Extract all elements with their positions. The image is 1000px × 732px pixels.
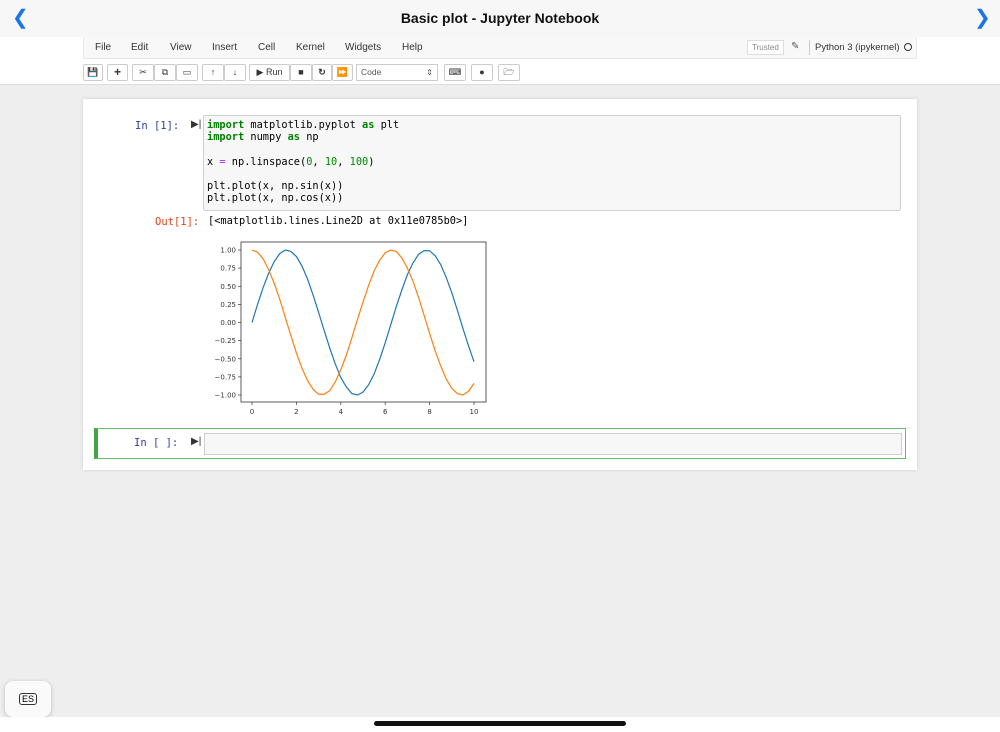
menu-help[interactable]: Help (402, 37, 423, 59)
insert-cell-button[interactable]: + (107, 64, 128, 81)
compass-icon: ● (479, 67, 485, 77)
forward-chevron-icon[interactable]: ❯ (974, 6, 991, 30)
notebook-header: File Edit View Insert Cell Kernel Widget… (0, 37, 1000, 85)
keyboard-language-button[interactable]: ES (5, 681, 51, 717)
restart-run-all-button[interactable]: ⏩ (332, 64, 353, 81)
pencil-icon[interactable]: ✎ (791, 41, 799, 52)
copy-button[interactable]: ⧉ (154, 64, 176, 81)
y-tick-label: −0.50 (215, 355, 236, 363)
menu-edit[interactable]: Edit (131, 37, 148, 59)
select-arrows-icon: ⇕ (426, 68, 433, 77)
cut-button[interactable]: ✂ (132, 64, 154, 81)
y-tick-label: 0.00 (220, 319, 236, 327)
code-cell-2-editor[interactable] (204, 433, 902, 455)
cell-type-select[interactable]: Code ⇕ (356, 64, 438, 81)
x-tick-label: 0 (250, 408, 254, 416)
paste-icon: ▭ (182, 67, 192, 77)
notebook-container: In [1]: ▶‎| import matplotlib.pyplot as … (83, 99, 917, 470)
y-tick-label: 0.50 (220, 283, 236, 291)
menu-bar: File Edit View Insert Cell Kernel Widget… (83, 37, 917, 59)
sin-cos-plot: 0 2 4 6 8 10 1.00 0.75 0.50 0.25 0.00 −0.25 −0.50 −0.… (215, 241, 487, 416)
code-text: import matplotlib.pyplot as plt import n… (207, 119, 400, 205)
y-tick-label: 0.75 (220, 265, 236, 273)
keyboard-icon: ⌨ (448, 67, 462, 77)
run-cell-icon[interactable]: ▶‎| (191, 119, 201, 130)
move-down-button[interactable]: ↓ (224, 64, 246, 81)
kernel-status: Python 3 (ipykernel) (809, 40, 913, 55)
kernel-name: Python 3 (ipykernel) (815, 42, 900, 53)
copy-icon: ⧉ (161, 67, 169, 77)
play-icon: ▶ (256, 67, 264, 77)
cell-1-out-prompt: Out[1]: (155, 216, 200, 228)
menu-kernel[interactable]: Kernel (296, 37, 325, 59)
command-palette-button[interactable]: ⌨ (444, 64, 466, 81)
stop-icon: ■ (298, 67, 304, 77)
menu-file[interactable]: File (95, 37, 111, 59)
window-title: Basic plot - Jupyter Notebook (400, 10, 600, 26)
y-tick-label: −1.00 (215, 392, 236, 400)
interrupt-button[interactable]: ■ (290, 64, 312, 81)
arrow-down-icon: ↓ (232, 67, 238, 77)
home-indicator[interactable] (374, 721, 626, 726)
y-tick-label: 0.25 (220, 301, 236, 309)
run-cell-icon[interactable]: ▶‎| (191, 436, 201, 447)
scissors-icon: ✂ (139, 67, 147, 77)
plot-axes-frame (240, 241, 487, 403)
restart-button[interactable]: ↻ (312, 64, 332, 81)
save-button[interactable]: 💾 (83, 64, 103, 81)
cell-1-in-prompt: In [1]: (135, 120, 180, 132)
code-line-1: matplotlib.pyplot as plt (250, 119, 400, 131)
x-tick-label: 4 (339, 408, 344, 416)
cell-2-in-prompt: In [ ]: (134, 437, 179, 449)
folder-open-icon: 🗁 (503, 67, 515, 77)
menu-widgets[interactable]: Widgets (345, 37, 381, 59)
title-bar: ❮ Basic plot - Jupyter Notebook ❯ (0, 0, 1000, 37)
run-button[interactable]: ▶ Run (249, 64, 290, 81)
menu-view[interactable]: View (170, 37, 192, 59)
arrow-up-icon: ↑ (210, 67, 216, 77)
y-tick-label: −0.25 (215, 337, 236, 345)
save-icon: 💾 (87, 67, 99, 77)
open-folder-button[interactable]: 🗁 (498, 64, 520, 81)
menu-cell[interactable]: Cell (258, 37, 275, 59)
kernel-idle-circle-icon (904, 43, 913, 51)
menu-insert[interactable]: Insert (212, 37, 237, 59)
x-tick-label: 8 (427, 408, 431, 416)
code-cell-1-editor[interactable]: import matplotlib.pyplot as plt import n… (203, 115, 901, 211)
code-line-2: numpy as np (250, 131, 319, 144)
back-chevron-icon[interactable]: ❮ (12, 6, 29, 30)
compass-button[interactable]: ● (471, 64, 493, 81)
code-cell-2[interactable]: In [ ]: ▶‎| (94, 428, 906, 459)
x-tick-label: 6 (383, 408, 388, 416)
trusted-badge[interactable]: Trusted (747, 40, 784, 55)
paste-button[interactable]: ▭ (176, 64, 198, 81)
y-tick-label: 1.00 (220, 247, 236, 255)
code-line-7: plt.plot(x, np.cos(x)) (207, 192, 344, 205)
plus-icon: + (113, 65, 121, 79)
code-line-6: plt.plot(x, np.sin(x)) (207, 180, 344, 193)
cell-type-value: Code (361, 67, 382, 77)
x-tick-label: 10 (470, 408, 479, 416)
restart-icon: ↻ (318, 67, 326, 77)
move-up-button[interactable]: ↑ (202, 64, 224, 81)
cell-1-output-text: [<matplotlib.lines.Line2D at 0x11e0785b0… (208, 215, 469, 227)
y-tick-label: −0.75 (215, 373, 236, 381)
run-label: Run (265, 67, 283, 77)
fast-forward-icon: ⏩ (336, 67, 349, 77)
keyboard-language-label: ES (18, 693, 37, 705)
code-line-4: x = np.linspace(0, 10, 100) (207, 155, 375, 168)
x-tick-label: 2 (294, 408, 298, 416)
